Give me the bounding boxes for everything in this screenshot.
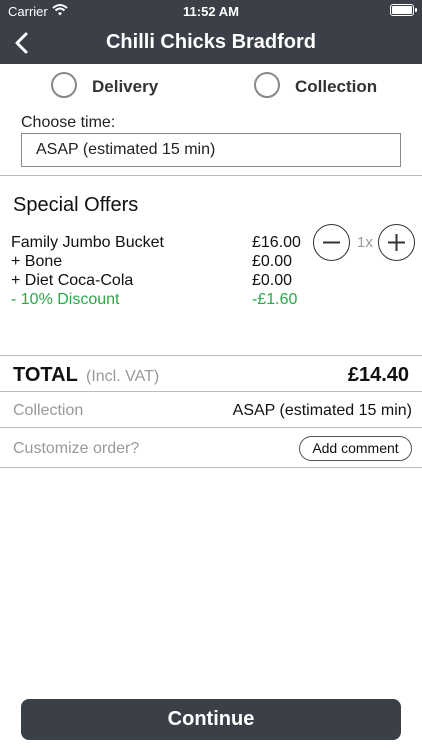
delivery-radio-button[interactable] <box>51 72 77 98</box>
divider <box>0 467 422 468</box>
discount-name: - 10% Discount <box>11 291 120 308</box>
item-option-name: + Diet Coca-Cola <box>11 272 134 289</box>
total-label: TOTAL <box>13 364 78 386</box>
add-comment-button[interactable]: Add comment <box>299 436 412 461</box>
minus-icon <box>323 241 340 244</box>
increase-quantity-button[interactable] <box>378 224 415 261</box>
section-title: Special Offers <box>13 194 139 216</box>
status-bar: Carrier 11:52 AM <box>0 0 422 22</box>
battery-icon <box>390 4 417 16</box>
divider <box>0 175 422 176</box>
decrease-quantity-button[interactable] <box>313 224 350 261</box>
customize-label: Customize order? <box>13 440 140 457</box>
divider <box>0 355 422 356</box>
choose-time-label: Choose time: <box>21 114 116 131</box>
discount-price: -£1.60 <box>252 291 298 308</box>
status-time: 11:52 AM <box>183 4 239 19</box>
collection-radio-button[interactable] <box>254 72 280 98</box>
collection-info-value: ASAP (estimated 15 min) <box>232 402 412 419</box>
item-option-price: £0.00 <box>252 253 293 270</box>
item-option-name: + Bone <box>11 253 63 270</box>
divider <box>0 427 422 428</box>
collection-info-label: Collection <box>13 402 84 419</box>
time-select[interactable]: ASAP (estimated 15 min) <box>21 133 401 167</box>
item-price: £16.00 <box>252 234 301 251</box>
item-name: Family Jumbo Bucket <box>11 234 164 251</box>
continue-button[interactable]: Continue <box>21 699 401 740</box>
quantity-count: 1x <box>357 234 373 251</box>
delivery-label[interactable]: Delivery <box>92 77 158 97</box>
item-option-price: £0.00 <box>252 272 293 289</box>
collection-label[interactable]: Collection <box>295 77 377 97</box>
total-value: £14.40 <box>347 364 409 386</box>
page-title: Chilli Chicks Bradford <box>105 31 317 53</box>
total-vat-note: (Incl. VAT) <box>86 368 160 385</box>
divider <box>0 391 422 392</box>
nav-bar: Chilli Chicks Bradford <box>0 22 422 64</box>
plus-icon <box>388 234 405 251</box>
